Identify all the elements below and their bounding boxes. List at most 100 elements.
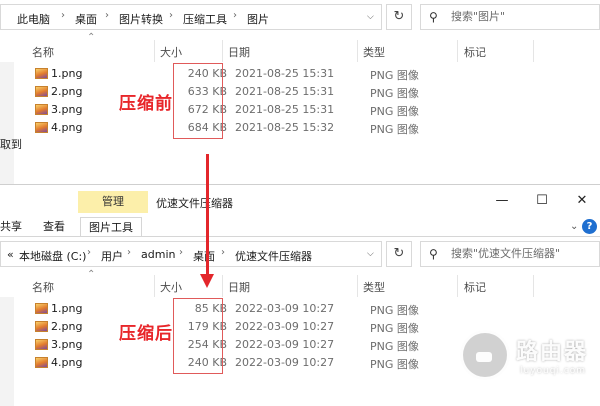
annotation-after: 压缩后 [119,324,173,344]
breadcrumb-image-convert[interactable]: 图片转换 [119,11,163,27]
file-row[interactable]: 2.png 179 KB 2022-03-09 10:27 PNG 图像 [35,319,455,337]
breadcrumb-pictures[interactable]: 图片 [247,11,269,27]
column-divider[interactable] [457,275,458,297]
search-icon: ⚲ [429,10,438,24]
image-file-icon [35,321,48,332]
file-row[interactable]: 3.png 254 KB 2022-03-09 10:27 PNG 图像 [35,337,455,355]
column-divider[interactable] [222,275,223,297]
column-header-type[interactable]: 类型 [363,279,385,295]
file-name: 1.png [51,302,83,315]
breadcrumb-compress-tools[interactable]: 压缩工具 [183,11,227,27]
column-divider[interactable] [154,275,155,297]
breadcrumb-desktop[interactable]: 桌面 [193,248,215,264]
file-row[interactable]: 1.png 240 KB 2021-08-25 15:31 PNG 图像 [35,66,455,84]
chevron-right-icon: › [105,10,109,21]
file-type: PNG 图像 [370,123,419,136]
column-header-tags[interactable]: 标记 [464,279,486,295]
column-divider[interactable] [533,40,534,62]
column-divider[interactable] [533,275,534,297]
file-date: 2021-08-25 15:32 [235,121,335,134]
file-type: PNG 图像 [370,322,419,335]
search-box[interactable]: ⚲ [420,4,600,30]
sort-caret-icon: ⌃ [87,269,96,280]
breadcrumb-compressor[interactable]: 优速文件压缩器 [235,248,312,264]
search-input[interactable] [451,247,599,260]
address-bar[interactable]: 此电脑 › 桌面 › 图片转换 › 压缩工具 › 图片 ⌵ [0,4,382,30]
image-file-icon [35,122,48,133]
manage-tab[interactable]: 管理 [78,191,148,213]
minimize-button[interactable]: — [484,189,520,213]
chevron-down-icon[interactable]: ⌵ [367,12,374,22]
column-divider[interactable] [357,275,358,297]
size-highlight-box [173,298,223,374]
maximize-button[interactable]: ☐ [524,189,560,213]
breadcrumb-users[interactable]: 用户 [101,248,123,264]
image-file-icon [35,357,48,368]
refresh-button[interactable]: ↻ [386,4,412,30]
breadcrumb-this-pc[interactable]: 此电脑 [17,11,50,27]
image-file-icon [35,303,48,314]
file-name: 3.png [51,338,83,351]
file-name: 2.png [51,85,83,98]
ribbon-divider [0,236,600,237]
annotation-before: 压缩前 [119,94,173,114]
breadcrumb-local-disk[interactable]: 本地磁盘 (C:) [19,248,86,264]
image-file-icon [35,86,48,97]
column-header-date[interactable]: 日期 [228,44,250,60]
file-name: 1.png [51,67,83,80]
column-header-type[interactable]: 类型 [363,44,385,60]
breadcrumb-desktop[interactable]: 桌面 [75,11,97,27]
column-divider[interactable] [154,40,155,62]
column-divider[interactable] [457,40,458,62]
file-type: PNG 图像 [370,340,419,353]
window-title: 优速文件压缩器 [156,197,233,210]
column-divider[interactable] [357,40,358,62]
column-header-size[interactable]: 大小 [160,44,182,60]
search-input[interactable] [451,10,600,23]
address-bar[interactable]: « 本地磁盘 (C:) › 用户 › admin › 桌面 › 优速文件压缩器 … [0,241,382,267]
column-divider[interactable] [222,40,223,62]
file-name: 3.png [51,103,83,116]
file-name: 4.png [51,356,83,369]
nav-pane-label: 取到 [0,138,22,151]
chevron-right-icon: › [87,247,91,258]
tab-share[interactable]: 共享 [0,217,22,237]
column-header-name[interactable]: 名称 [32,44,54,60]
file-row[interactable]: 4.png 240 KB 2022-03-09 10:27 PNG 图像 [35,355,455,373]
refresh-button[interactable]: ↻ [386,241,412,267]
nav-pane-edge [0,62,14,184]
file-date: 2021-08-25 15:31 [235,103,335,116]
search-box[interactable]: ⚲ [420,241,600,267]
file-row[interactable]: 2.png 633 KB 2021-08-25 15:31 PNG 图像 [35,84,455,102]
image-file-icon [35,339,48,350]
file-date: 2021-08-25 15:31 [235,85,335,98]
file-name: 2.png [51,320,83,333]
help-icon[interactable]: ? [582,219,597,234]
tab-view[interactable]: 查看 [43,217,65,237]
watermark-text: 路由器 [516,340,589,365]
chevron-down-icon[interactable]: ⌵ [367,249,374,259]
breadcrumb-admin[interactable]: admin [141,248,175,261]
chevron-right-icon: › [61,10,65,21]
column-header-size[interactable]: 大小 [160,279,182,295]
file-type: PNG 图像 [370,87,419,100]
tab-picture-tools[interactable]: 图片工具 [80,217,142,237]
arrow-line [206,154,209,278]
column-header-name[interactable]: 名称 [32,279,54,295]
close-button[interactable]: ✕ [564,189,600,213]
chevron-right-icon: › [221,247,225,258]
chevron-right-icon: › [179,247,183,258]
file-row[interactable]: 3.png 672 KB 2021-08-25 15:31 PNG 图像 [35,102,455,120]
file-row[interactable]: 1.png 85 KB 2022-03-09 10:27 PNG 图像 [35,301,455,319]
file-date: 2022-03-09 10:27 [235,356,335,369]
chevron-right-icon: › [169,10,173,21]
file-type: PNG 图像 [370,358,419,371]
column-header-tags[interactable]: 标记 [464,44,486,60]
nav-pane-edge [0,297,14,406]
file-row[interactable]: 4.png 684 KB 2021-08-25 15:32 PNG 图像 [35,120,455,138]
column-header-date[interactable]: 日期 [228,279,250,295]
file-type: PNG 图像 [370,304,419,317]
ribbon-expand-icon[interactable]: ⌄ [570,217,578,237]
size-highlight-box [173,63,223,139]
breadcrumb-overflow[interactable]: « [7,248,14,261]
